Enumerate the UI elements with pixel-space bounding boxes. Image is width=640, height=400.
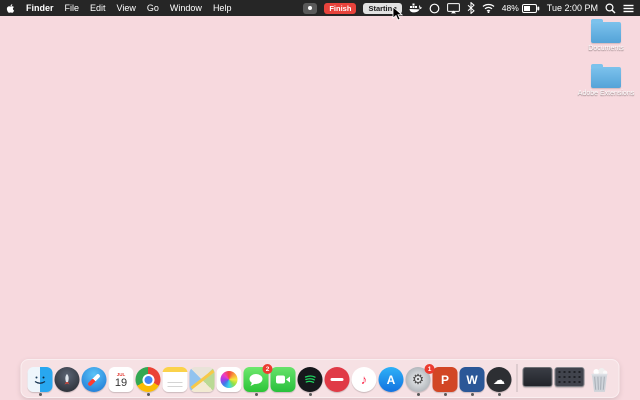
- do-not-disturb-icon: [325, 367, 350, 392]
- docker-whale-icon[interactable]: [409, 3, 422, 13]
- system-preferences-badge: 1: [425, 364, 435, 374]
- menu-bar: Finder File Edit View Go Window Help Fin…: [0, 0, 640, 16]
- finish-button[interactable]: Finish: [324, 3, 356, 14]
- safari-compass-icon: [82, 367, 107, 392]
- dock-item-calendar[interactable]: JUL 19: [109, 367, 134, 392]
- powerpoint-icon: P: [433, 367, 458, 392]
- spotlight-search-icon[interactable]: [605, 3, 616, 14]
- apple-menu[interactable]: [6, 3, 15, 14]
- dock-item-messages[interactable]: 2: [244, 367, 269, 392]
- dock-item-chrome[interactable]: [136, 367, 161, 392]
- trash-full-icon: [589, 367, 611, 393]
- status-circle-icon[interactable]: [429, 3, 440, 14]
- folder-icon: [591, 22, 621, 43]
- dock-separator: [517, 364, 518, 392]
- word-glyph: W: [466, 373, 477, 387]
- folder-label: Documents: [588, 45, 623, 53]
- folder-label: Adobe Extensions: [578, 90, 634, 98]
- calendar-day: 19: [115, 377, 127, 389]
- menu-file[interactable]: File: [65, 3, 80, 13]
- dock: JUL 19 2 ♪ A: [21, 359, 620, 398]
- spotify-icon: [298, 367, 323, 392]
- appstore-glyph: A: [387, 373, 396, 387]
- desktop-icons: Documents Adobe Extensions: [576, 22, 636, 98]
- battery-icon: [522, 4, 540, 13]
- app-store-icon: A: [379, 367, 404, 392]
- dock-item-launchpad[interactable]: [55, 367, 80, 392]
- onedrive-cloud-icon: ☁: [487, 367, 512, 392]
- dock-item-powerpoint[interactable]: P: [433, 367, 458, 392]
- menu-help[interactable]: Help: [213, 3, 232, 13]
- word-icon: W: [460, 367, 485, 392]
- finder-icon: [28, 367, 53, 392]
- maps-icon: [190, 367, 215, 392]
- wifi-icon[interactable]: [482, 3, 495, 13]
- notification-center-icon[interactable]: [623, 4, 634, 13]
- photos-pinwheel-icon: [217, 367, 242, 392]
- chrome-icon: [136, 367, 161, 392]
- dock-item-photos[interactable]: [217, 367, 242, 392]
- keyboard-viewer-thumbnail[interactable]: [555, 367, 585, 387]
- folder-icon: [591, 67, 621, 88]
- folder-documents[interactable]: Documents: [576, 22, 636, 53]
- starting-button[interactable]: Starting: [363, 3, 401, 14]
- dock-item-sysprefs[interactable]: 1 ⚙: [406, 367, 431, 392]
- launchpad-rocket-icon: [55, 367, 80, 392]
- notes-icon: [163, 367, 188, 392]
- folder-adobe-extensions[interactable]: Adobe Extensions: [576, 67, 636, 98]
- menu-go[interactable]: Go: [147, 3, 159, 13]
- dock-item-do-not-disturb[interactable]: [325, 367, 350, 392]
- dock-item-cloud[interactable]: ☁: [487, 367, 512, 392]
- battery-status[interactable]: 48%: [502, 3, 540, 13]
- menu-bar-clock[interactable]: Tue 2:00 PM: [547, 3, 598, 13]
- messages-badge: 2: [263, 364, 273, 374]
- dock-item-spotify[interactable]: [298, 367, 323, 392]
- powerpoint-glyph: P: [441, 373, 449, 387]
- dock-item-trash[interactable]: [587, 367, 613, 392]
- menu-edit[interactable]: Edit: [90, 3, 106, 13]
- cloud-glyph: ☁: [493, 373, 505, 387]
- apple-logo-icon: [6, 3, 15, 14]
- calendar-icon: JUL 19: [109, 367, 134, 392]
- macos-desktop: { "menubar": { "menus": ["Finder", "File…: [0, 0, 640, 400]
- gear-glyph: ⚙: [412, 371, 425, 388]
- dock-item-finder[interactable]: [28, 367, 53, 392]
- dock-item-safari[interactable]: [82, 367, 107, 392]
- dock-item-word[interactable]: W: [460, 367, 485, 392]
- dock-item-maps[interactable]: [190, 367, 215, 392]
- dock-item-notes[interactable]: [163, 367, 188, 392]
- menu-window[interactable]: Window: [170, 3, 202, 13]
- menu-finder[interactable]: Finder: [26, 3, 54, 13]
- music-note-icon: ♪: [352, 367, 377, 392]
- facetime-camera-icon: [271, 367, 296, 392]
- dock-item-facetime[interactable]: [271, 367, 296, 392]
- dock-item-music[interactable]: ♪: [352, 367, 377, 392]
- battery-percent: 48%: [502, 3, 519, 13]
- dock-item-app-store[interactable]: A: [379, 367, 404, 392]
- bluetooth-icon[interactable]: [467, 2, 475, 14]
- music-glyph: ♪: [361, 372, 368, 387]
- recording-status-pill[interactable]: [303, 3, 317, 14]
- minimized-window-thumbnail[interactable]: [523, 367, 553, 387]
- menu-view[interactable]: View: [117, 3, 136, 13]
- airplay-display-icon[interactable]: [447, 3, 460, 14]
- record-dot-icon: [308, 6, 312, 10]
